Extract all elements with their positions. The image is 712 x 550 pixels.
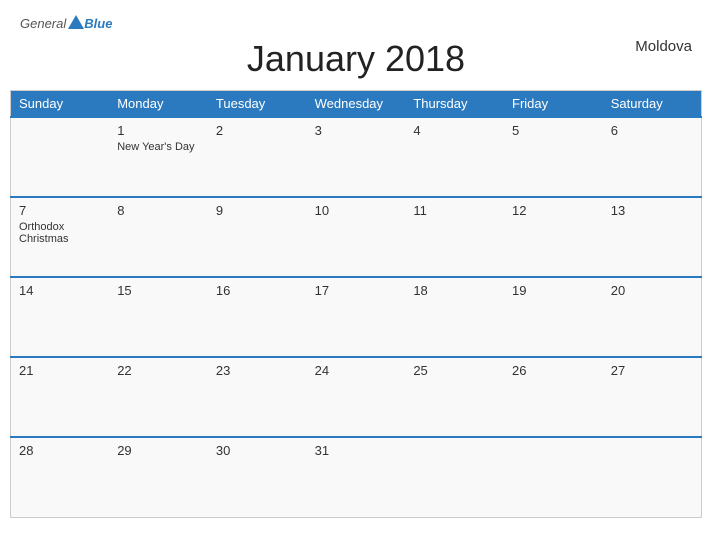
calendar-cell: 22 — [109, 357, 208, 437]
day-number: 28 — [19, 443, 101, 458]
calendar-cell — [11, 117, 110, 197]
weekday-header-saturday: Saturday — [603, 91, 702, 118]
day-number: 29 — [117, 443, 200, 458]
day-number: 22 — [117, 363, 200, 378]
calendar-cell — [504, 437, 603, 517]
holiday-name: New Year's Day — [117, 141, 200, 153]
logo-general: General — [20, 16, 66, 31]
calendar-title: January 2018 — [247, 38, 465, 80]
calendar-cell: 20 — [603, 277, 702, 357]
weekday-header-sunday: Sunday — [11, 91, 110, 118]
calendar-cell: 30 — [208, 437, 307, 517]
calendar-cell: 28 — [11, 437, 110, 517]
day-number: 15 — [117, 283, 200, 298]
day-number: 7 — [19, 203, 101, 218]
calendar-cell: 19 — [504, 277, 603, 357]
calendar-cell: 17 — [307, 277, 406, 357]
calendar-cell: 12 — [504, 197, 603, 277]
calendar-week-row: 7 Orthodox Christmas 8 9 10 11 12 13 — [11, 197, 702, 277]
day-number: 24 — [315, 363, 398, 378]
calendar-cell: 7 Orthodox Christmas — [11, 197, 110, 277]
calendar-cell: 14 — [11, 277, 110, 357]
day-number: 10 — [315, 203, 398, 218]
logo-triangle-icon — [68, 15, 84, 29]
calendar-table: SundayMondayTuesdayWednesdayThursdayFrid… — [10, 90, 702, 518]
day-number: 5 — [512, 123, 595, 138]
calendar-week-row: 21 22 23 24 25 26 27 — [11, 357, 702, 437]
calendar-cell: 10 — [307, 197, 406, 277]
calendar-cell: 5 — [504, 117, 603, 197]
calendar-cell: 6 — [603, 117, 702, 197]
calendar-cell: 23 — [208, 357, 307, 437]
day-number: 6 — [611, 123, 693, 138]
day-number: 3 — [315, 123, 398, 138]
day-number: 13 — [611, 203, 693, 218]
calendar-week-row: 28 29 30 31 — [11, 437, 702, 517]
calendar-cell: 21 — [11, 357, 110, 437]
calendar-cell: 29 — [109, 437, 208, 517]
logo-blue: Blue — [84, 16, 112, 31]
calendar-cell: 2 — [208, 117, 307, 197]
calendar-cell: 13 — [603, 197, 702, 277]
day-number: 25 — [413, 363, 496, 378]
day-number: 30 — [216, 443, 299, 458]
calendar-week-row: 14 15 16 17 18 19 20 — [11, 277, 702, 357]
day-number: 1 — [117, 123, 200, 138]
calendar-cell: 9 — [208, 197, 307, 277]
calendar-week-row: 1 New Year's Day 2 34 5 6 — [11, 117, 702, 197]
day-number: 21 — [19, 363, 101, 378]
calendar-cell: 16 — [208, 277, 307, 357]
calendar-cell: 1 New Year's Day — [109, 117, 208, 197]
day-number: 16 — [216, 283, 299, 298]
weekday-header-row: SundayMondayTuesdayWednesdayThursdayFrid… — [11, 91, 702, 118]
calendar-cell: 11 — [405, 197, 504, 277]
calendar-cell: 25 — [405, 357, 504, 437]
day-number: 26 — [512, 363, 595, 378]
calendar-cell: 4 — [405, 117, 504, 197]
weekday-header-friday: Friday — [504, 91, 603, 118]
calendar-cell: 31 — [307, 437, 406, 517]
calendar-cell — [603, 437, 702, 517]
day-number: 20 — [611, 283, 693, 298]
calendar-cell — [405, 437, 504, 517]
calendar-cell: 27 — [603, 357, 702, 437]
weekday-header-wednesday: Wednesday — [307, 91, 406, 118]
day-number: 19 — [512, 283, 595, 298]
calendar-cell: 3 — [307, 117, 406, 197]
day-number: 18 — [413, 283, 496, 298]
country-label: Moldova — [635, 38, 692, 55]
day-number: 23 — [216, 363, 299, 378]
weekday-header-thursday: Thursday — [405, 91, 504, 118]
calendar-cell: 24 — [307, 357, 406, 437]
day-number: 27 — [611, 363, 693, 378]
calendar-cell: 18 — [405, 277, 504, 357]
holiday-name: Orthodox Christmas — [19, 221, 101, 245]
logo: General Blue — [20, 15, 112, 31]
calendar-cell: 15 — [109, 277, 208, 357]
day-number: 17 — [315, 283, 398, 298]
day-number: 31 — [315, 443, 398, 458]
weekday-header-tuesday: Tuesday — [208, 91, 307, 118]
day-number: 9 — [216, 203, 299, 218]
day-number: 14 — [19, 283, 101, 298]
calendar-cell: 8 — [109, 197, 208, 277]
weekday-header-monday: Monday — [109, 91, 208, 118]
day-number: 8 — [117, 203, 200, 218]
day-number: 12 — [512, 203, 595, 218]
day-number: 11 — [413, 203, 496, 218]
day-number: 2 — [216, 123, 299, 138]
day-number: 4 — [413, 123, 496, 138]
calendar-cell: 26 — [504, 357, 603, 437]
